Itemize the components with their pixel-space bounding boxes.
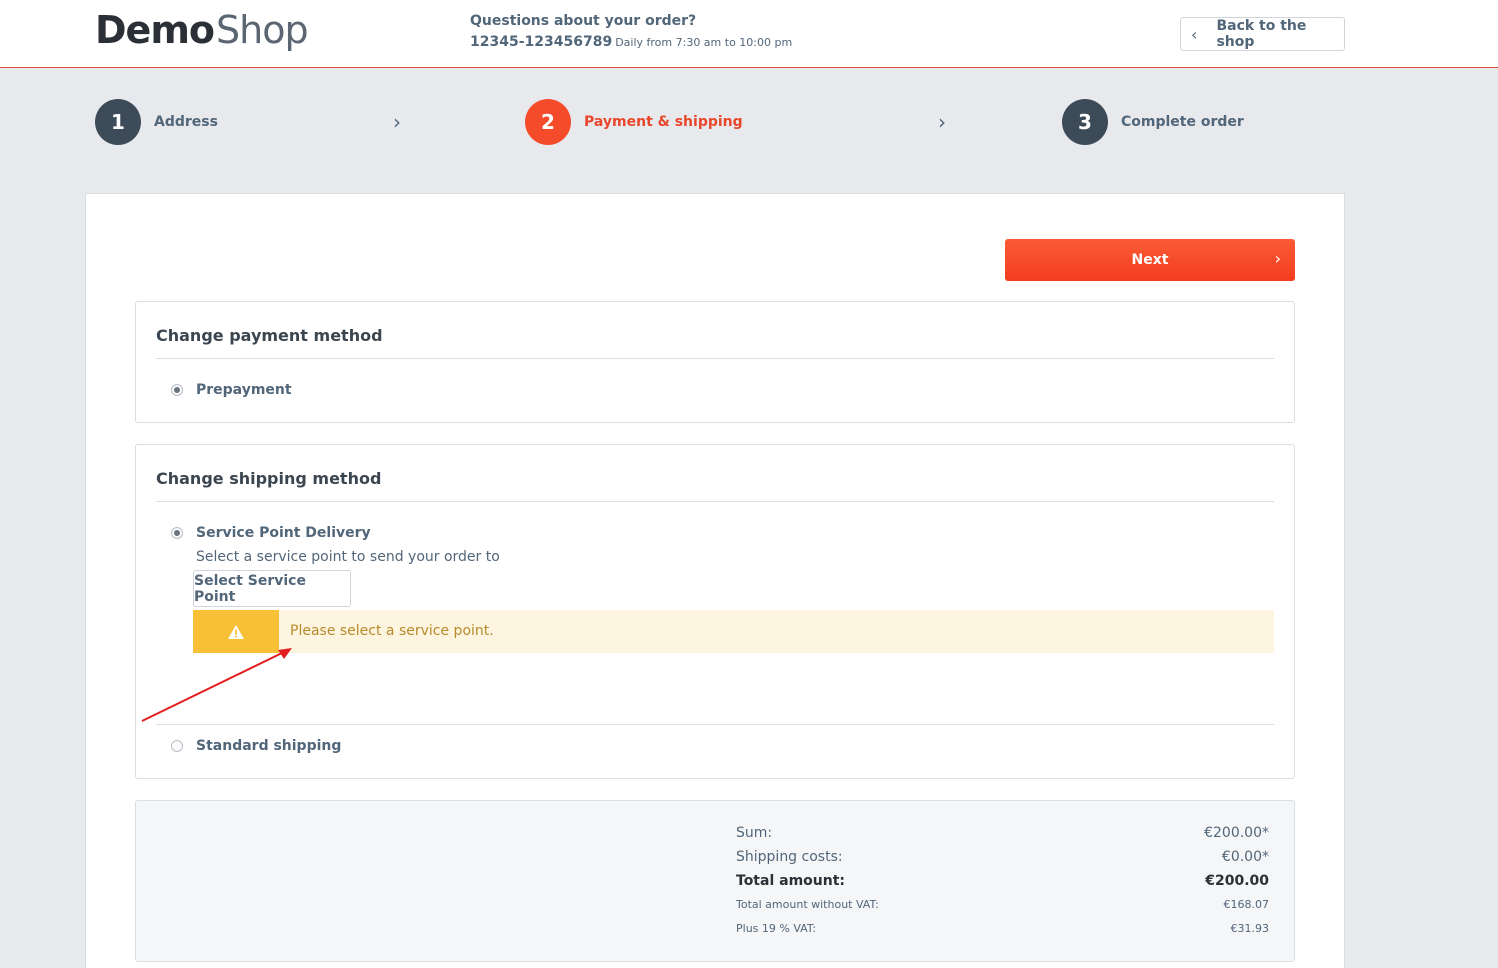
net-label: Total amount without VAT:	[736, 898, 879, 911]
net-row: Total amount without VAT: €168.07	[736, 898, 1269, 911]
total-label: Total amount:	[736, 873, 845, 889]
vat-row: Plus 19 % VAT: €31.93	[736, 922, 1269, 935]
sum-value: €200.00*	[1204, 825, 1269, 841]
shipping-costs-value: €0.00*	[1221, 849, 1269, 865]
sum-label: Sum:	[736, 825, 773, 841]
shipping-costs-row: Shipping costs: €0.00*	[736, 849, 1269, 865]
shipping-costs-label: Shipping costs:	[736, 849, 843, 865]
total-value: €200.00	[1205, 873, 1269, 889]
net-value: €168.07	[1223, 898, 1270, 911]
order-summary: Sum: €200.00* Shipping costs: €0.00* Total…	[135, 800, 1295, 962]
sum-row: Sum: €200.00*	[736, 825, 1269, 841]
vat-label: Plus 19 % VAT:	[736, 922, 817, 935]
vat-value: €31.93	[1230, 922, 1270, 935]
total-row: Total amount: €200.00	[736, 873, 1269, 889]
